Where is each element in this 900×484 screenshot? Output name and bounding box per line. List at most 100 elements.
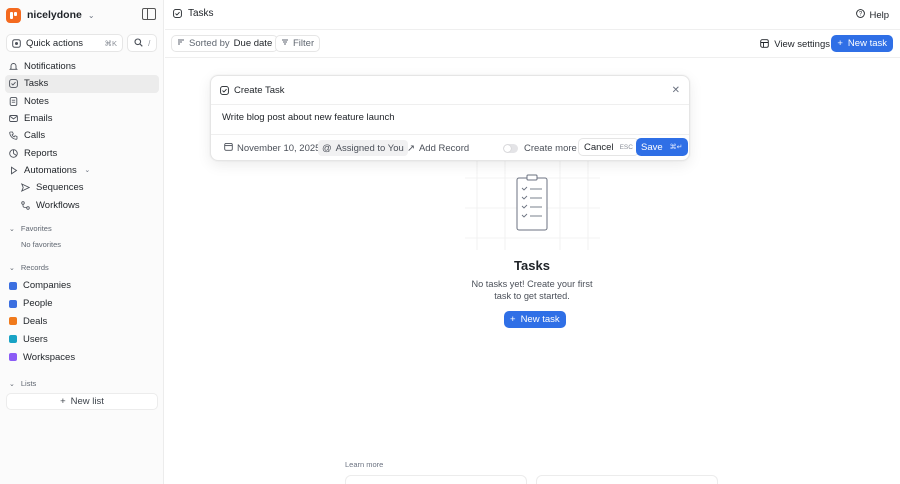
sidebar-item-label: Deals xyxy=(23,315,48,327)
learn-more-card[interactable] xyxy=(345,475,527,484)
sidebar-item-label: Notes xyxy=(24,95,49,107)
new-list-label: New list xyxy=(70,396,104,407)
sidebar-item-label: Companies xyxy=(23,280,72,292)
records-header-label: Records xyxy=(20,263,49,272)
due-date-label: November 10, 2025 xyxy=(237,142,321,154)
workspaces-icon xyxy=(9,353,17,362)
sidebar-item-tasks[interactable]: Tasks xyxy=(5,75,159,93)
empty-state-description: No tasks yet! Create your first task to … xyxy=(471,279,593,301)
chevron-down-icon: ⌄ xyxy=(9,264,15,272)
save-button[interactable]: Save ⌘↵ xyxy=(636,138,688,156)
view-settings-icon xyxy=(760,38,769,51)
sidebar-item-reports[interactable]: Reports xyxy=(5,144,159,161)
filter-button[interactable]: Filter xyxy=(275,35,321,52)
due-date-button[interactable]: November 10, 2025 xyxy=(220,140,324,156)
records-header[interactable]: ⌄ Records xyxy=(9,263,49,272)
sidebar-item-automations[interactable]: Automations ⌄ xyxy=(5,162,159,179)
close-icon[interactable]: ✕ xyxy=(672,85,680,96)
sidebar-item-companies[interactable]: Companies xyxy=(5,277,159,295)
cancel-label: Cancel xyxy=(584,141,614,153)
toggle-switch[interactable] xyxy=(503,143,518,153)
at-icon: @ xyxy=(322,142,332,154)
new-task-label: New task xyxy=(847,38,887,49)
sort-icon xyxy=(177,38,185,49)
quick-actions-button[interactable]: Quick actions ⌘K xyxy=(6,34,123,52)
favorites-empty: No favorites xyxy=(21,240,62,249)
modal-header: Create Task xyxy=(211,76,689,105)
assignee-button[interactable]: @ Assigned to You xyxy=(318,140,408,156)
sidebar-item-label: Sequences xyxy=(36,182,84,194)
sort-prefix: Sorted by xyxy=(189,38,230,49)
sidebar-item-emails[interactable]: Emails xyxy=(5,110,159,127)
quick-actions-icon xyxy=(12,38,21,48)
phone-icon xyxy=(9,131,18,141)
users-icon xyxy=(9,335,17,344)
plus-icon: + xyxy=(510,314,516,325)
chevron-down-icon: ⌄ xyxy=(84,166,91,174)
search-button[interactable]: / xyxy=(127,34,157,52)
workspace-logo xyxy=(6,7,21,23)
new-list-button[interactable]: + New list xyxy=(6,393,158,410)
companies-icon xyxy=(9,281,17,290)
view-settings-label: View settings xyxy=(774,39,830,50)
lists-header[interactable]: ⌄ Lists xyxy=(9,379,36,388)
top-bar: Tasks ? Help xyxy=(165,0,900,30)
sort-value: Due date xyxy=(233,38,273,49)
chevron-down-icon: ⌄ xyxy=(9,225,15,233)
modal-title: Create Task xyxy=(234,84,285,96)
cancel-button[interactable]: Cancel ESC xyxy=(578,138,639,156)
cancel-shortcut: ESC xyxy=(619,143,633,151)
create-more-toggle[interactable]: Create more xyxy=(499,140,581,156)
send-icon xyxy=(21,183,30,193)
search-icon xyxy=(134,37,143,49)
help-icon: ? xyxy=(856,9,866,21)
chevron-down-icon: ⌄ xyxy=(9,380,15,388)
check-square-icon xyxy=(173,9,182,18)
workspace-switcher[interactable]: nicelydone ⌄ xyxy=(6,6,95,24)
sidebar-item-label: Users xyxy=(23,333,48,345)
add-record-label: Add Record xyxy=(418,142,470,154)
deals-icon xyxy=(9,317,17,326)
sidebar-item-workspaces[interactable]: Workspaces xyxy=(5,348,159,366)
help-button[interactable]: ? Help xyxy=(856,9,889,21)
empty-state-new-task-button[interactable]: + New task xyxy=(504,311,566,328)
add-record-button[interactable]: ↗ Add Record xyxy=(403,140,473,156)
create-more-label: Create more xyxy=(524,142,577,154)
sidebar-item-label: Workspaces xyxy=(23,351,76,363)
new-task-label: New task xyxy=(520,314,560,325)
mail-icon xyxy=(9,114,18,123)
assignee-label: Assigned to You xyxy=(335,142,404,154)
sidebar-item-label: Calls xyxy=(24,130,46,142)
task-title-input[interactable]: Write blog post about new feature launch xyxy=(222,112,395,123)
favorites-header[interactable]: ⌄ Favorites xyxy=(9,224,52,233)
sidebar-toggle-icon[interactable] xyxy=(142,8,156,20)
sort-button[interactable]: Sorted by Due date xyxy=(171,35,279,52)
sidebar-item-workflows[interactable]: Workflows xyxy=(5,196,159,213)
primary-nav: Notifications Tasks Notes Emails Calls R… xyxy=(5,58,159,214)
page-title: Tasks xyxy=(188,8,214,19)
learn-more-card[interactable] xyxy=(536,475,718,484)
check-square-icon xyxy=(220,85,229,95)
sidebar-item-deals[interactable]: Deals xyxy=(5,313,159,331)
people-icon xyxy=(9,299,17,308)
calendar-icon xyxy=(224,142,233,154)
help-label: Help xyxy=(869,9,889,21)
sidebar-item-label: Emails xyxy=(24,113,53,125)
bell-icon xyxy=(9,62,18,71)
sidebar-item-notifications[interactable]: Notifications xyxy=(5,58,159,75)
sidebar-item-sequences[interactable]: Sequences xyxy=(5,179,159,196)
new-task-button[interactable]: + New task xyxy=(831,35,893,52)
search-shortcut: / xyxy=(148,38,151,48)
sidebar-item-label: Notifications xyxy=(24,61,76,73)
sidebar-item-people[interactable]: People xyxy=(5,295,159,313)
records-list: Companies People Deals Users Workspaces xyxy=(5,277,159,366)
filter-label: Filter xyxy=(293,38,315,49)
plus-icon: + xyxy=(60,396,66,407)
breadcrumb: Tasks xyxy=(173,8,214,19)
learn-more-label: Learn more xyxy=(345,460,384,469)
sidebar-item-users[interactable]: Users xyxy=(5,330,159,348)
view-settings-button[interactable]: View settings xyxy=(760,36,830,53)
sidebar-item-notes[interactable]: Notes xyxy=(5,93,159,110)
modal-footer: November 10, 2025 @ Assigned to You ↗ Ad… xyxy=(211,134,689,162)
sidebar-item-calls[interactable]: Calls xyxy=(5,127,159,144)
